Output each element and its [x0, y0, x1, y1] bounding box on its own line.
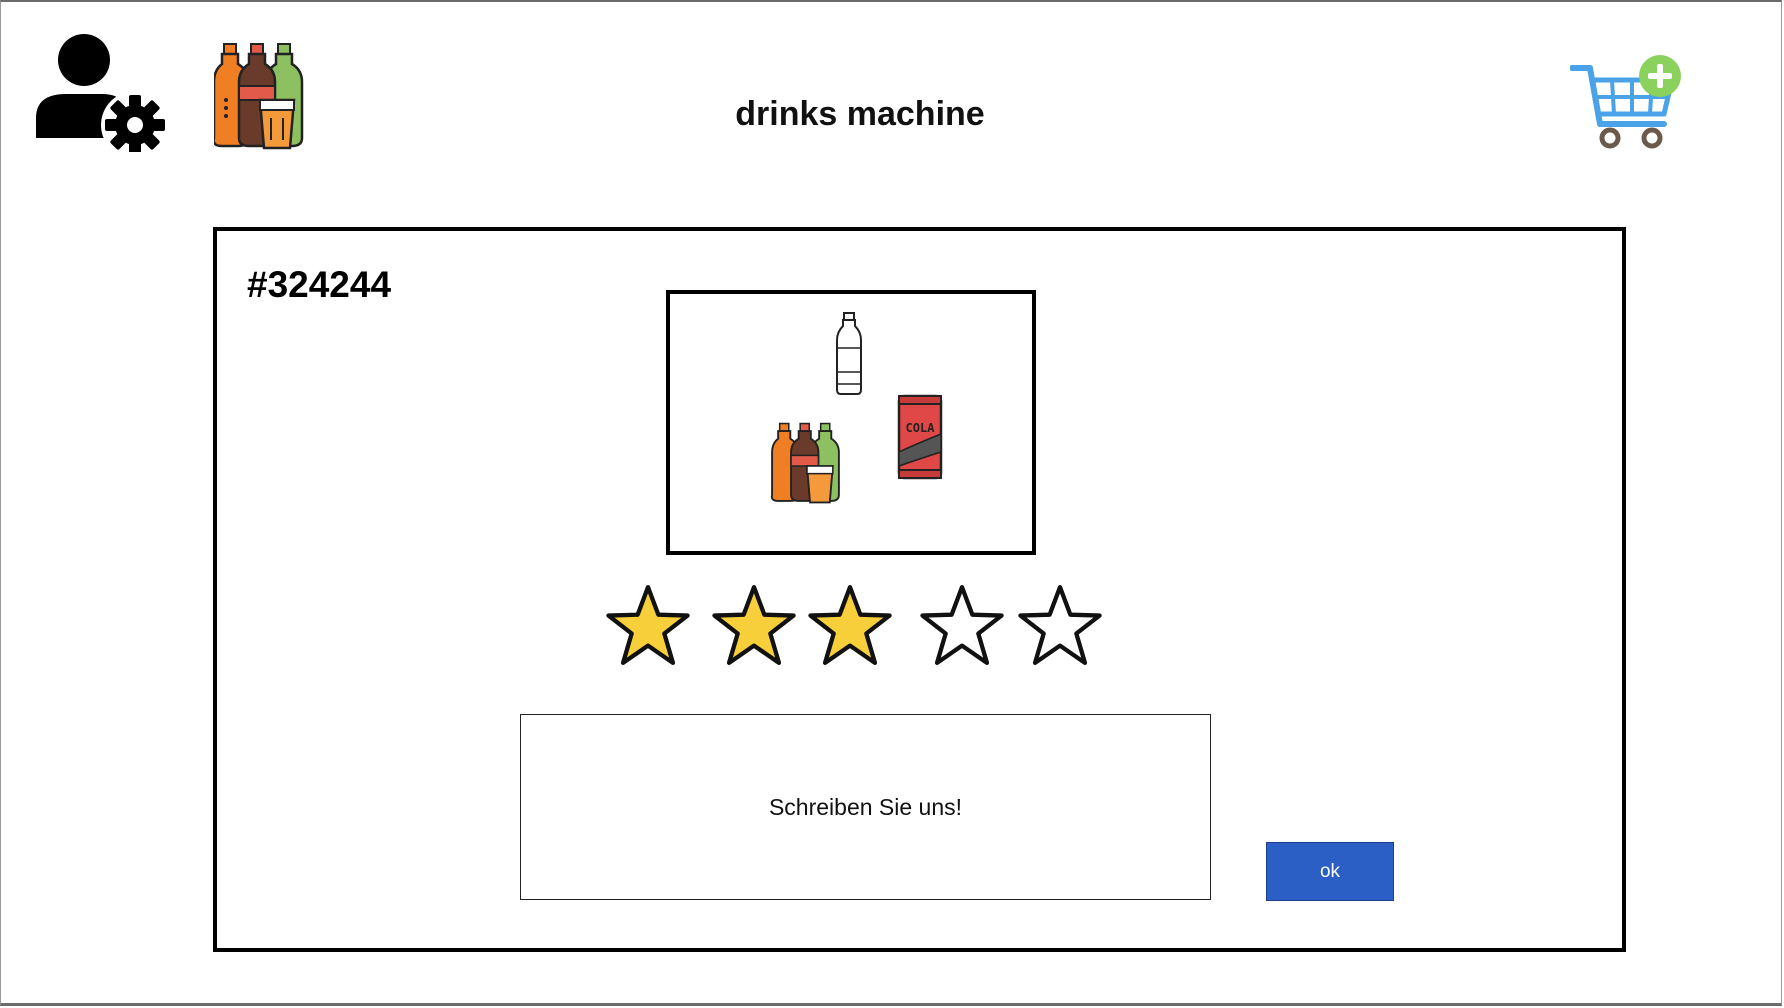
ok-button[interactable]: ok [1266, 842, 1394, 901]
star-5-icon[interactable] [1016, 582, 1104, 668]
feedback-placeholder: Schreiben Sie uns! [768, 793, 963, 820]
soda-bottles-icon [766, 422, 848, 504]
order-id: #324244 [247, 264, 392, 305]
user-settings-icon[interactable] [32, 34, 170, 159]
ok-button-label: ok [1319, 860, 1341, 882]
cola-can-icon: COLA [896, 394, 944, 480]
drinks-bottles-icon[interactable] [212, 42, 306, 150]
star-1-icon[interactable] [604, 582, 692, 668]
can-label: COLA [906, 421, 936, 435]
star-rating[interactable] [600, 582, 1120, 672]
page-title: drinks machine [735, 95, 985, 133]
star-4-icon[interactable] [918, 582, 1006, 668]
feedback-input[interactable]: Schreiben Sie uns! [520, 714, 1211, 900]
star-3-icon[interactable] [806, 582, 894, 668]
cart-add-icon[interactable] [1569, 54, 1686, 152]
water-bottle-icon [836, 312, 862, 396]
star-2-icon[interactable] [710, 582, 798, 668]
